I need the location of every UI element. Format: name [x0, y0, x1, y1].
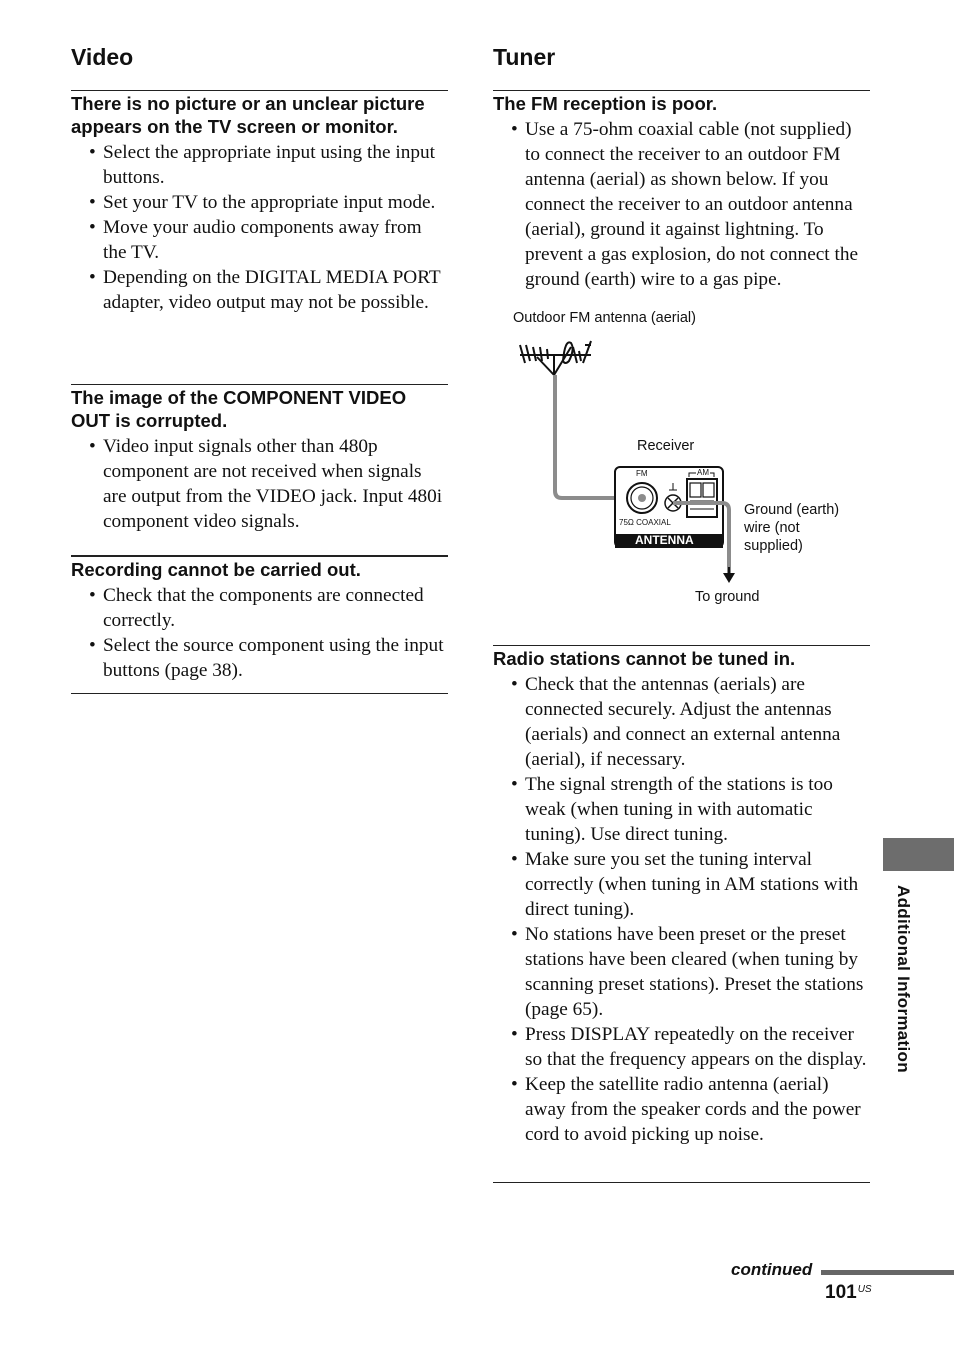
problem-heading: The FM reception is poor.: [493, 93, 718, 114]
side-tab-marker: [883, 838, 954, 871]
list-item: Move your audio components away from the…: [89, 215, 448, 265]
problem-heading: Radio stations cannot be tuned in.: [493, 648, 796, 669]
am-label: AM: [696, 468, 710, 478]
solution-list: Use a 75-ohm coaxial cable (not supplied…: [493, 117, 870, 292]
list-item: Video input signals other than 480p comp…: [89, 434, 448, 534]
list-item: Check that the components are connected …: [89, 583, 448, 633]
list-item: Select the source component using the in…: [89, 633, 448, 683]
problem-heading: Recording cannot be carried out.: [71, 559, 361, 580]
ground-wire-label-2: wire (not: [744, 520, 800, 536]
solution-list: Video input signals other than 480p comp…: [71, 434, 448, 534]
problem-fm-reception: The FM reception is poor. Use a 75-ohm c…: [493, 90, 870, 292]
divider: [71, 693, 448, 694]
list-item: Check that the antennas (aerials) are co…: [511, 672, 870, 772]
solution-list: Select the appropriate input using the i…: [71, 140, 448, 315]
fm-antenna-diagram: Outdoor FM antenna (aerial) Receiver FM …: [493, 305, 870, 615]
divider: [493, 1182, 870, 1183]
receiver-label: Receiver: [637, 438, 695, 454]
section-title-video: Video: [71, 44, 134, 70]
list-item: No stations have been preset or the pres…: [511, 922, 870, 1022]
continued-bar: [821, 1270, 954, 1275]
list-item: The signal strength of the stations is t…: [511, 772, 870, 847]
coaxial-label: 75Ω COAXIAL: [619, 518, 671, 527]
ground-wire-label-3: supplied): [744, 538, 803, 554]
list-item: Make sure you set the tuning interval co…: [511, 847, 870, 922]
list-item: Keep the satellite radio antenna (aerial…: [511, 1072, 870, 1147]
problem-no-picture: There is no picture or an unclear pictur…: [71, 90, 448, 315]
list-item: Press DISPLAY repeatedly on the receiver…: [511, 1022, 870, 1072]
list-item: Use a 75-ohm coaxial cable (not supplied…: [511, 117, 870, 292]
page-number-value: 101: [825, 1282, 857, 1303]
diagram-graphic: [519, 340, 735, 583]
page-suffix: US: [857, 1284, 872, 1295]
section-title-tuner: Tuner: [493, 44, 556, 70]
side-tab-label: Additional Information: [894, 885, 913, 1073]
list-item: Set your TV to the appropriate input mod…: [89, 190, 448, 215]
problem-radio-stations: Radio stations cannot be tuned in. Check…: [493, 645, 870, 1147]
problem-heading: There is no picture or an unclear pictur…: [71, 93, 425, 137]
problem-component-video: The image of the COMPONENT VIDEO OUT is …: [71, 384, 448, 534]
list-item: Depending on the DIGITAL MEDIA PORT adap…: [89, 265, 448, 315]
to-ground-label: To ground: [695, 589, 760, 605]
ground-wire-label-1: Ground (earth): [744, 502, 840, 518]
solution-list: Check that the antennas (aerials) are co…: [493, 672, 870, 1147]
continued-label: continued: [731, 1260, 813, 1279]
page-number: 101US: [825, 1282, 872, 1304]
problem-recording: Recording cannot be carried out. Check t…: [71, 555, 448, 683]
antenna-label: ANTENNA: [635, 533, 694, 547]
antenna-icon: [519, 340, 592, 376]
problem-heading: The image of the COMPONENT VIDEO OUT is …: [71, 387, 407, 431]
solution-list: Check that the components are connected …: [71, 583, 448, 683]
list-item: Select the appropriate input using the i…: [89, 140, 448, 190]
fm-label: FM: [636, 469, 648, 478]
